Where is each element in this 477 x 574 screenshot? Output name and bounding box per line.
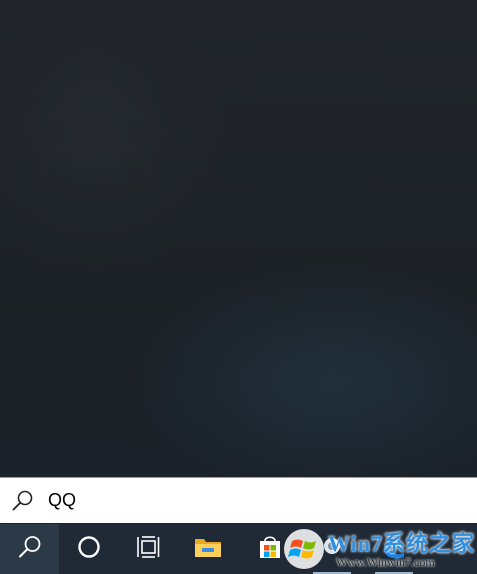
taskbar-search-button[interactable] — [0, 524, 59, 574]
search-results-flyout — [0, 0, 477, 477]
desktop-screen: Win7系统之家 Www.Winwin7.com — [0, 0, 477, 574]
cortana-circle-icon — [76, 534, 102, 565]
search-icon — [0, 478, 46, 524]
taskbar — [0, 524, 477, 574]
store-bag-icon — [256, 533, 284, 566]
cortana-button[interactable] — [59, 524, 118, 574]
task-view-icon — [134, 533, 162, 566]
search-input[interactable] — [48, 485, 428, 516]
running-app-button[interactable] — [301, 524, 363, 574]
search-box[interactable] — [0, 477, 477, 523]
microsoft-store-button[interactable] — [239, 524, 301, 574]
file-explorer-button[interactable] — [177, 524, 239, 574]
edge-icon — [380, 533, 408, 566]
edge-button[interactable] — [363, 524, 425, 574]
search-icon — [16, 533, 44, 566]
folder-icon — [193, 534, 223, 565]
app-icon — [319, 534, 345, 565]
task-view-button[interactable] — [118, 524, 177, 574]
